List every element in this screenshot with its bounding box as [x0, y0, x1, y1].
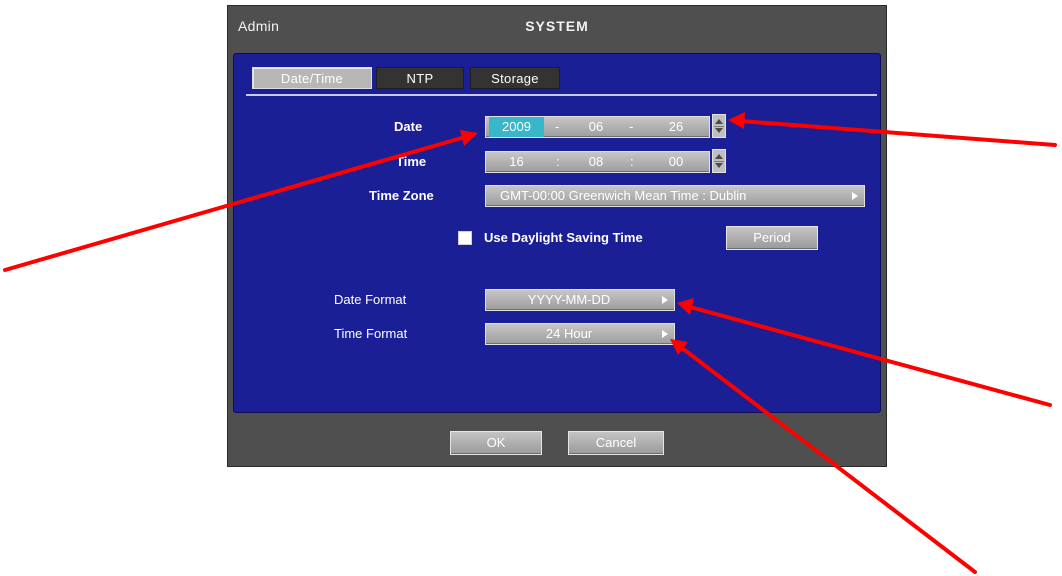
annotation-arrow-date-year — [3, 135, 467, 272]
annotation-arrowhead — [728, 112, 745, 129]
annotation-arrow-time-format — [680, 346, 977, 574]
annotation-arrowhead — [460, 130, 478, 146]
annotation-arrow-date-format — [688, 305, 1052, 407]
annotation-arrow-date-spinner — [738, 119, 1057, 147]
annotation-overlay — [3, 112, 1057, 574]
annotation-arrowhead — [677, 298, 694, 315]
